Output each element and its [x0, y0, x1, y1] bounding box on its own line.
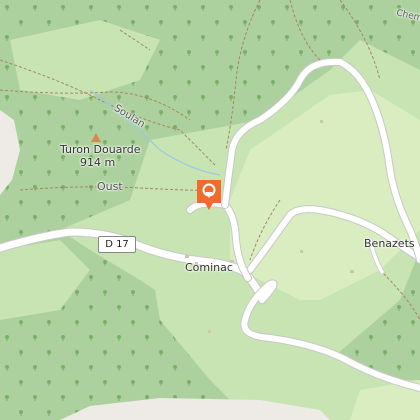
road-ref-badge: D 17: [98, 236, 136, 253]
river-label: Oust: [97, 180, 123, 193]
village-label-benazets: Benazets: [364, 237, 415, 250]
peak-name-label: Turon Douarde: [60, 143, 141, 156]
location-pin-icon[interactable]: [195, 178, 223, 212]
map-view[interactable]: Turon Douarde 914 m Soulan Oust D 17 Com…: [0, 0, 420, 420]
village-label-cominac: Cominac: [185, 261, 233, 274]
peak-elevation-label: 914 m: [80, 156, 116, 169]
